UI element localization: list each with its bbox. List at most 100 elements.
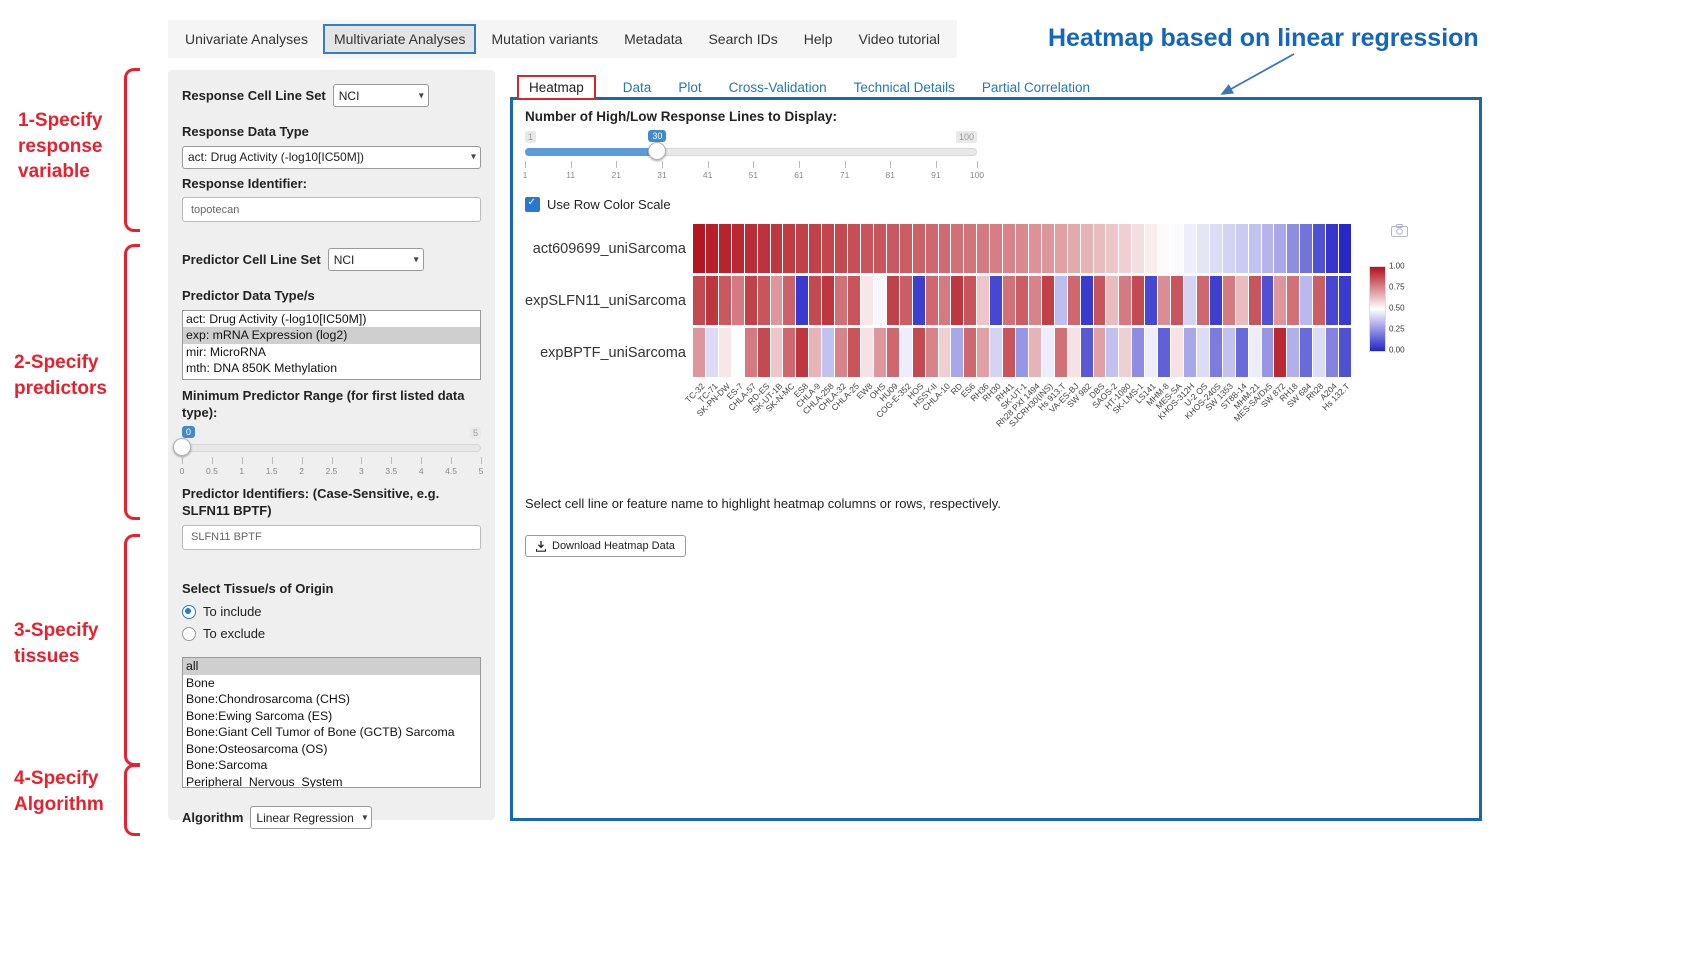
tab-data[interactable]: Data — [623, 80, 652, 95]
heatmap-cell[interactable] — [1106, 276, 1118, 325]
heatmap-cell[interactable] — [1119, 224, 1131, 273]
nav-tab-metadata[interactable]: Metadata — [613, 24, 693, 54]
heatmap-cell[interactable] — [796, 224, 808, 273]
list-item[interactable]: Bone:Ewing Sarcoma (ES) — [183, 708, 480, 725]
list-item[interactable]: Bone:Giant Cell Tumor of Bone (GCTB) Sar… — [183, 724, 480, 741]
heatmap-cell[interactable] — [1016, 276, 1028, 325]
heatmap-cell[interactable] — [783, 276, 795, 325]
heatmap-cell[interactable] — [1326, 224, 1338, 273]
heatmap-cell[interactable] — [1300, 224, 1312, 273]
heatmap-row-label[interactable]: expBPTF_uniSarcoma — [540, 345, 686, 361]
heatmap-cell[interactable] — [1068, 276, 1080, 325]
heatmap-cell[interactable] — [1003, 328, 1015, 377]
list-item[interactable]: Bone:Osteosarcoma (OS) — [183, 741, 480, 758]
list-item[interactable]: act: Drug Activity (-log10[IC50M]) — [183, 311, 480, 328]
heatmap-cell[interactable] — [1287, 328, 1299, 377]
heatmap-cell[interactable] — [1106, 224, 1118, 273]
heatmap-row-label[interactable]: act609699_uniSarcoma — [533, 241, 686, 257]
heatmap-cell[interactable] — [1339, 328, 1351, 377]
heatmap-cell[interactable] — [1274, 276, 1286, 325]
heatmap-cell[interactable] — [990, 224, 1002, 273]
heatmap-cell[interactable] — [1326, 328, 1338, 377]
heatmap-cell[interactable] — [1339, 276, 1351, 325]
heatmap-cell[interactable] — [977, 328, 989, 377]
heatmap-cell[interactable] — [693, 276, 705, 325]
list-item[interactable]: exp: mRNA Expression (log2) — [183, 327, 480, 344]
heatmap-cell[interactable] — [1145, 224, 1157, 273]
heatmap-cell[interactable] — [861, 276, 873, 325]
heatmap-cell[interactable] — [1313, 224, 1325, 273]
row-color-scale-checkbox[interactable] — [525, 197, 540, 212]
predictor-data-type-list[interactable]: act: Drug Activity (-log10[IC50M])exp: m… — [182, 310, 481, 380]
heatmap-cell[interactable] — [1326, 276, 1338, 325]
heatmap-cell[interactable] — [990, 276, 1002, 325]
heatmap-cell[interactable] — [926, 328, 938, 377]
list-item[interactable]: Peripheral_Nervous_System — [183, 774, 480, 789]
heatmap-cell[interactable] — [1262, 276, 1274, 325]
heatmap-cell[interactable] — [835, 224, 847, 273]
list-item[interactable]: Bone:Chondrosarcoma (CHS) — [183, 691, 480, 708]
heatmap-cell[interactable] — [732, 224, 744, 273]
heatmap-cell[interactable] — [1042, 328, 1054, 377]
heatmap-cell[interactable] — [706, 328, 718, 377]
heatmap-cell[interactable] — [771, 276, 783, 325]
tissue-list[interactable]: allBoneBone:Chondrosarcoma (CHS)Bone:Ewi… — [182, 657, 481, 788]
heatmap-cell[interactable] — [1119, 276, 1131, 325]
heatmap-cell[interactable] — [758, 328, 770, 377]
slider-handle[interactable] — [648, 142, 666, 160]
heatmap-cell[interactable] — [939, 224, 951, 273]
nav-tab-help[interactable]: Help — [793, 24, 844, 54]
heatmap-cell[interactable] — [951, 276, 963, 325]
heatmap-cell[interactable] — [1171, 224, 1183, 273]
heatmap-cell[interactable] — [1081, 224, 1093, 273]
heatmap-cell[interactable] — [1094, 328, 1106, 377]
heatmap-cell[interactable] — [1249, 224, 1261, 273]
heatmap-cell[interactable] — [1068, 224, 1080, 273]
camera-icon[interactable] — [1391, 224, 1408, 242]
heatmap-cell[interactable] — [1300, 276, 1312, 325]
heatmap-cell[interactable] — [706, 224, 718, 273]
heatmap-cell[interactable] — [874, 276, 886, 325]
heatmap-cell[interactable] — [1132, 276, 1144, 325]
heatmap-cell[interactable] — [822, 328, 834, 377]
heatmap-cell[interactable] — [1119, 328, 1131, 377]
heatmap-cell[interactable] — [1055, 224, 1067, 273]
heatmap-cell[interactable] — [1055, 328, 1067, 377]
heatmap-cell[interactable] — [977, 224, 989, 273]
heatmap-cell[interactable] — [732, 328, 744, 377]
heatmap-cell[interactable] — [771, 224, 783, 273]
heatmap-cell[interactable] — [1210, 328, 1222, 377]
heatmap-cell[interactable] — [913, 224, 925, 273]
nav-tab-univariate-analyses[interactable]: Univariate Analyses — [174, 24, 319, 54]
heatmap-cell[interactable] — [783, 224, 795, 273]
heatmap-cell[interactable] — [1236, 224, 1248, 273]
heatmap-cell[interactable] — [1016, 328, 1028, 377]
heatmap-cell[interactable] — [900, 224, 912, 273]
heatmap-cell[interactable] — [1055, 276, 1067, 325]
radio-icon[interactable] — [182, 627, 196, 641]
heatmap-cell[interactable] — [809, 276, 821, 325]
heatmap-cell[interactable] — [1094, 276, 1106, 325]
heatmap-cell[interactable] — [809, 224, 821, 273]
heatmap-cell[interactable] — [1068, 328, 1080, 377]
list-item[interactable]: mir: MicroRNA — [183, 344, 480, 361]
heatmap-cell[interactable] — [693, 328, 705, 377]
tab-plot[interactable]: Plot — [678, 80, 701, 95]
heatmap-cell[interactable] — [1262, 328, 1274, 377]
heatmap-cell[interactable] — [822, 224, 834, 273]
algorithm-select[interactable]: Linear Regression — [250, 806, 372, 829]
response-identifier-input[interactable] — [182, 197, 481, 222]
heatmap-cell[interactable] — [1171, 328, 1183, 377]
heatmap-cell[interactable] — [1003, 224, 1015, 273]
heatmap-cell[interactable] — [1029, 276, 1041, 325]
response-cell-line-set-select[interactable]: NCI — [333, 84, 429, 107]
heatmap-cell[interactable] — [1132, 328, 1144, 377]
heatmap-cell[interactable] — [1339, 224, 1351, 273]
nav-tab-video-tutorial[interactable]: Video tutorial — [848, 24, 951, 54]
tissue-exclude-radio[interactable]: To exclude — [182, 626, 481, 641]
heatmap-cell[interactable] — [1158, 224, 1170, 273]
tab-technical-details[interactable]: Technical Details — [854, 80, 955, 95]
heatmap-cell[interactable] — [1223, 224, 1235, 273]
heatmap-cell[interactable] — [719, 224, 731, 273]
heatmap-cell[interactable] — [874, 328, 886, 377]
